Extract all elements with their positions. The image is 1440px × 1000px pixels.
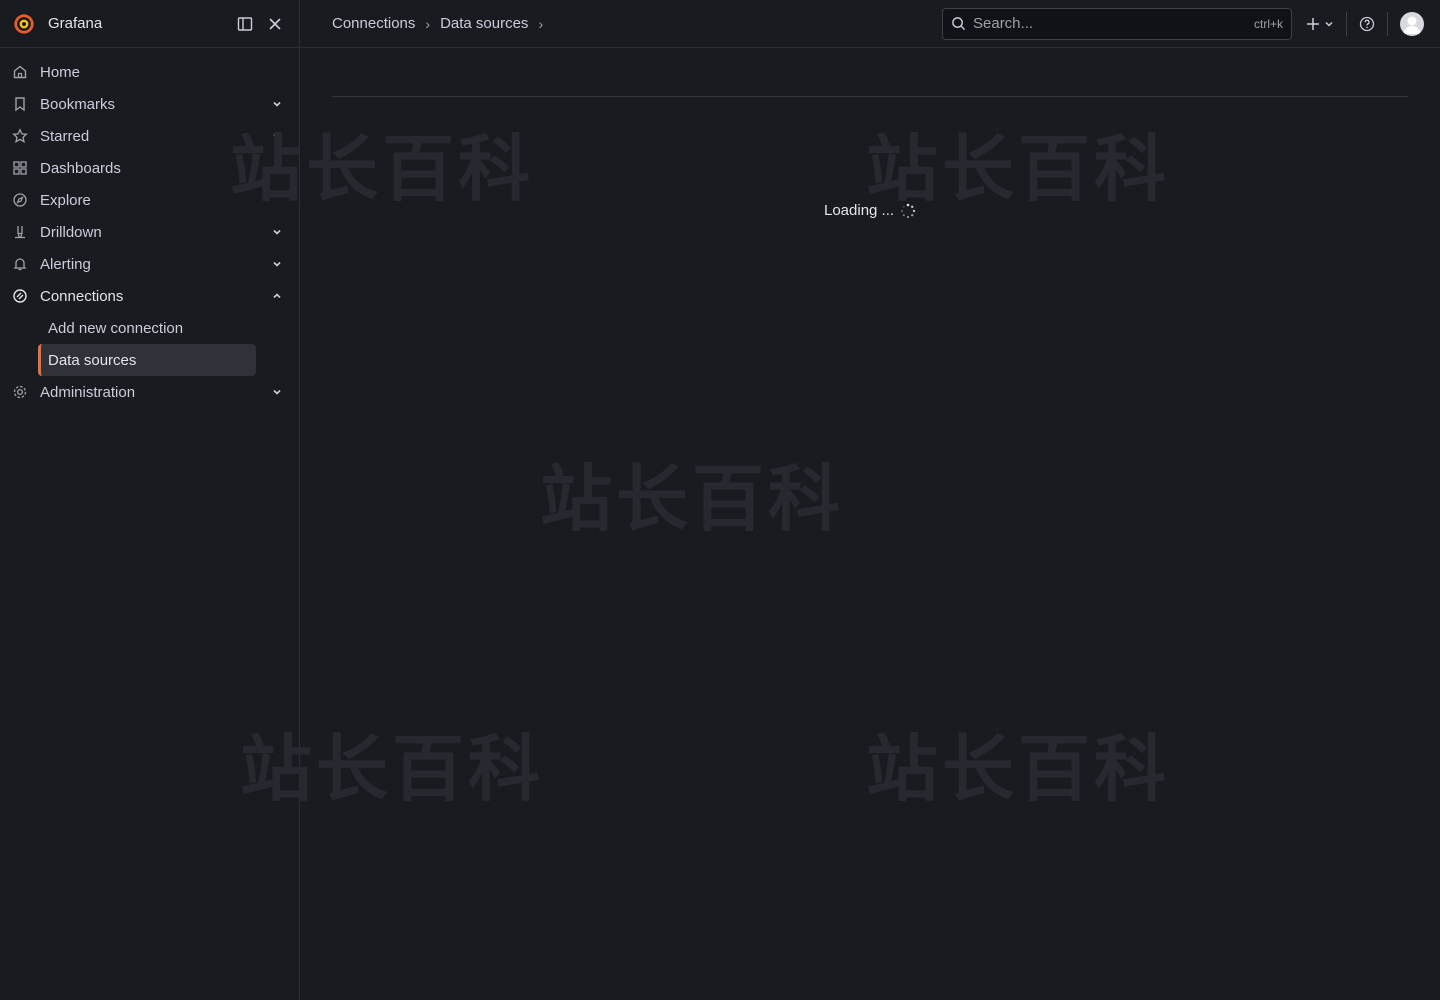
breadcrumb-data-sources[interactable]: Data sources: [440, 15, 528, 32]
sidebar-item-explore[interactable]: Explore: [0, 184, 299, 216]
new-button[interactable]: [1306, 17, 1334, 31]
bell-icon: [12, 256, 28, 272]
loading-indicator: Loading ...: [824, 202, 916, 219]
brand-name: Grafana: [48, 15, 103, 32]
drilldown-icon: [12, 224, 28, 240]
search-shortcut: ctrl+k: [1253, 16, 1283, 31]
grafana-logo-icon[interactable]: [12, 12, 36, 36]
sidebar-subitem-add-new-connection[interactable]: Add new connection: [38, 312, 256, 344]
sidebar-item-label: Administration: [40, 383, 136, 401]
chevron-right-icon: ›: [425, 15, 431, 32]
watermark: 站长百科: [866, 730, 1171, 810]
sidebar-item-starred[interactable]: Starred: [0, 120, 299, 152]
loading-text: Loading ...: [824, 202, 895, 219]
sidebar-item-label: Alerting: [40, 255, 91, 273]
sidebar-item-label: Connections: [40, 287, 124, 305]
sidebar-item-label: Home: [40, 63, 81, 81]
compass-icon: [12, 192, 28, 208]
gear-icon: [12, 384, 28, 400]
sidebar-item-label: Data sources: [48, 351, 137, 369]
dock-icon: [237, 16, 253, 31]
watermark: 站长百科: [540, 460, 845, 540]
help-button[interactable]: [1359, 16, 1375, 32]
sidebar-item-label: Starred: [40, 127, 90, 145]
chevron-down-icon[interactable]: [271, 162, 283, 174]
user-avatar[interactable]: [1400, 11, 1424, 36]
dock-menu-button[interactable]: [233, 12, 257, 36]
sidebar-item-bookmarks[interactable]: Bookmarks: [0, 88, 299, 120]
sidebar-item-alerting[interactable]: Alerting: [0, 248, 299, 280]
search-icon: [951, 16, 967, 32]
connections-icon: [12, 288, 28, 304]
spinner-icon: [901, 203, 916, 218]
chevron-down-icon[interactable]: [271, 130, 283, 142]
sidebar: Grafana Home Bookmarks Starred Dashboard…: [0, 0, 300, 1000]
chevron-up-icon[interactable]: [271, 290, 283, 302]
close-menu-button[interactable]: [263, 12, 287, 36]
sidebar-item-label: Dashboards: [40, 159, 121, 177]
sidebar-subitem-data-sources[interactable]: Data sources: [38, 344, 256, 376]
chevron-down-icon[interactable]: [271, 258, 283, 270]
close-icon: [269, 17, 281, 30]
breadcrumb: Connections › Data sources ›: [332, 15, 942, 32]
search-input[interactable]: [973, 15, 1254, 32]
breadcrumb-connections[interactable]: Connections: [332, 15, 415, 32]
sidebar-header: Grafana: [0, 0, 299, 48]
nav-list: Home Bookmarks Starred Dashboards Explor…: [0, 48, 299, 408]
star-icon: [12, 128, 28, 144]
toolbar-divider: [1346, 11, 1347, 36]
apps-icon: [12, 160, 28, 176]
chevron-down-icon[interactable]: [271, 386, 283, 398]
search-bar[interactable]: ctrl+k: [942, 7, 1292, 40]
sidebar-item-label: Bookmarks: [40, 95, 116, 113]
sidebar-item-label: Add new connection: [48, 319, 184, 337]
help-icon: [1359, 16, 1375, 31]
toolbar-divider: [1387, 11, 1388, 36]
sidebar-item-connections[interactable]: Connections: [0, 280, 299, 312]
top-bar: Connections › Data sources › ctrl+k: [300, 0, 1440, 48]
sidebar-item-home[interactable]: Home: [0, 56, 299, 88]
chevron-down-icon: [1325, 21, 1333, 27]
watermark: 站长百科: [866, 130, 1171, 210]
home-icon: [12, 64, 28, 80]
plus-icon: [1307, 17, 1319, 30]
sidebar-item-label: Explore: [40, 191, 91, 209]
user-icon: [1403, 16, 1421, 34]
sidebar-item-label: Drilldown: [40, 223, 102, 241]
sidebar-item-drilldown[interactable]: Drilldown: [0, 216, 299, 248]
page-header-divider: [332, 96, 1408, 97]
main-content: 站长百科 站长百科 站长百科 站长百科 站长百科 Loading ...: [230, 48, 1440, 1000]
sidebar-item-administration[interactable]: Administration: [0, 376, 299, 408]
chevron-down-icon[interactable]: [271, 98, 283, 110]
chevron-down-icon[interactable]: [271, 226, 283, 238]
chevron-right-icon: ›: [538, 15, 544, 32]
bookmark-icon: [12, 96, 28, 112]
sidebar-item-dashboards[interactable]: Dashboards: [0, 152, 299, 184]
